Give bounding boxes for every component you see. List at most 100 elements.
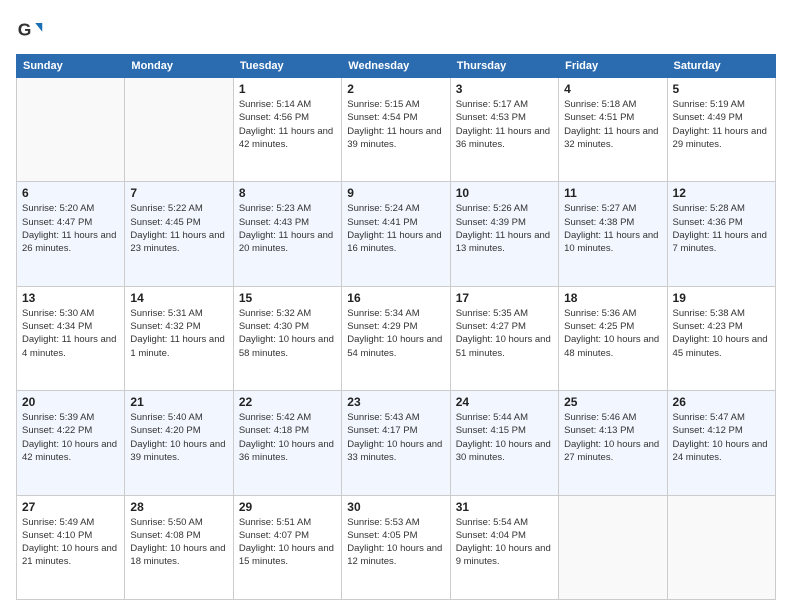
calendar-cell: 26 Sunrise: 5:47 AM Sunset: 4:12 PM Dayli…: [667, 391, 775, 495]
calendar-cell: [17, 78, 125, 182]
day-info: Sunrise: 5:36 AM Sunset: 4:25 PM Dayligh…: [564, 307, 661, 360]
day-number: 12: [673, 186, 770, 200]
day-info: Sunrise: 5:43 AM Sunset: 4:17 PM Dayligh…: [347, 411, 444, 464]
col-header-sunday: Sunday: [17, 55, 125, 78]
day-info: Sunrise: 5:42 AM Sunset: 4:18 PM Dayligh…: [239, 411, 336, 464]
calendar-cell: 17 Sunrise: 5:35 AM Sunset: 4:27 PM Dayli…: [450, 286, 558, 390]
day-info: Sunrise: 5:47 AM Sunset: 4:12 PM Dayligh…: [673, 411, 770, 464]
calendar-cell: [559, 495, 667, 599]
day-info: Sunrise: 5:20 AM Sunset: 4:47 PM Dayligh…: [22, 202, 119, 255]
calendar-cell: [125, 78, 233, 182]
day-number: 22: [239, 395, 336, 409]
calendar-cell: 23 Sunrise: 5:43 AM Sunset: 4:17 PM Dayli…: [342, 391, 450, 495]
day-info: Sunrise: 5:24 AM Sunset: 4:41 PM Dayligh…: [347, 202, 444, 255]
day-info: Sunrise: 5:38 AM Sunset: 4:23 PM Dayligh…: [673, 307, 770, 360]
day-number: 16: [347, 291, 444, 305]
day-info: Sunrise: 5:28 AM Sunset: 4:36 PM Dayligh…: [673, 202, 770, 255]
day-number: 31: [456, 500, 553, 514]
day-number: 29: [239, 500, 336, 514]
day-number: 21: [130, 395, 227, 409]
day-info: Sunrise: 5:39 AM Sunset: 4:22 PM Dayligh…: [22, 411, 119, 464]
day-number: 24: [456, 395, 553, 409]
day-number: 14: [130, 291, 227, 305]
day-number: 1: [239, 82, 336, 96]
day-number: 6: [22, 186, 119, 200]
day-info: Sunrise: 5:53 AM Sunset: 4:05 PM Dayligh…: [347, 516, 444, 569]
calendar-cell: 24Sunrise: 5:44 AM Sunset: 4:15 PM Dayli…: [450, 391, 558, 495]
day-number: 28: [130, 500, 227, 514]
calendar-week-row: 20 Sunrise: 5:39 AM Sunset: 4:22 PM Dayli…: [17, 391, 776, 495]
col-header-friday: Friday: [559, 55, 667, 78]
day-number: 19: [673, 291, 770, 305]
calendar-week-row: 13Sunrise: 5:30 AM Sunset: 4:34 PM Dayli…: [17, 286, 776, 390]
day-number: 10: [456, 186, 553, 200]
calendar-cell: 30 Sunrise: 5:53 AM Sunset: 4:05 PM Dayli…: [342, 495, 450, 599]
calendar-cell: [667, 495, 775, 599]
calendar-cell: 6 Sunrise: 5:20 AM Sunset: 4:47 PM Daylig…: [17, 182, 125, 286]
day-info: Sunrise: 5:32 AM Sunset: 4:30 PM Dayligh…: [239, 307, 336, 360]
calendar-cell: 13Sunrise: 5:30 AM Sunset: 4:34 PM Dayli…: [17, 286, 125, 390]
day-info: Sunrise: 5:49 AM Sunset: 4:10 PM Dayligh…: [22, 516, 119, 569]
day-info: Sunrise: 5:50 AM Sunset: 4:08 PM Dayligh…: [130, 516, 227, 569]
calendar-cell: 21 Sunrise: 5:40 AM Sunset: 4:20 PM Dayli…: [125, 391, 233, 495]
calendar-cell: 1 Sunrise: 5:14 AM Sunset: 4:56 PM Daylig…: [233, 78, 341, 182]
calendar-cell: 31 Sunrise: 5:54 AM Sunset: 4:04 PM Dayli…: [450, 495, 558, 599]
calendar-cell: 27 Sunrise: 5:49 AM Sunset: 4:10 PM Dayli…: [17, 495, 125, 599]
day-info: Sunrise: 5:22 AM Sunset: 4:45 PM Dayligh…: [130, 202, 227, 255]
day-info: Sunrise: 5:27 AM Sunset: 4:38 PM Dayligh…: [564, 202, 661, 255]
day-info: Sunrise: 5:23 AM Sunset: 4:43 PM Dayligh…: [239, 202, 336, 255]
day-number: 23: [347, 395, 444, 409]
calendar-cell: 25 Sunrise: 5:46 AM Sunset: 4:13 PM Dayli…: [559, 391, 667, 495]
day-number: 8: [239, 186, 336, 200]
calendar-cell: 28 Sunrise: 5:50 AM Sunset: 4:08 PM Dayli…: [125, 495, 233, 599]
day-info: Sunrise: 5:19 AM Sunset: 4:49 PM Dayligh…: [673, 98, 770, 151]
day-number: 26: [673, 395, 770, 409]
day-number: 4: [564, 82, 661, 96]
calendar-cell: 5 Sunrise: 5:19 AM Sunset: 4:49 PM Daylig…: [667, 78, 775, 182]
calendar-cell: 14 Sunrise: 5:31 AM Sunset: 4:32 PM Dayli…: [125, 286, 233, 390]
day-number: 30: [347, 500, 444, 514]
calendar-table: SundayMondayTuesdayWednesdayThursdayFrid…: [16, 54, 776, 600]
col-header-thursday: Thursday: [450, 55, 558, 78]
day-info: Sunrise: 5:46 AM Sunset: 4:13 PM Dayligh…: [564, 411, 661, 464]
calendar-cell: 2 Sunrise: 5:15 AM Sunset: 4:54 PM Daylig…: [342, 78, 450, 182]
day-info: Sunrise: 5:51 AM Sunset: 4:07 PM Dayligh…: [239, 516, 336, 569]
day-number: 13: [22, 291, 119, 305]
day-info: Sunrise: 5:14 AM Sunset: 4:56 PM Dayligh…: [239, 98, 336, 151]
day-number: 27: [22, 500, 119, 514]
day-info: Sunrise: 5:54 AM Sunset: 4:04 PM Dayligh…: [456, 516, 553, 569]
calendar-cell: 9 Sunrise: 5:24 AM Sunset: 4:41 PM Daylig…: [342, 182, 450, 286]
calendar-week-row: 6 Sunrise: 5:20 AM Sunset: 4:47 PM Daylig…: [17, 182, 776, 286]
day-number: 3: [456, 82, 553, 96]
day-info: Sunrise: 5:35 AM Sunset: 4:27 PM Dayligh…: [456, 307, 553, 360]
calendar-week-row: 27 Sunrise: 5:49 AM Sunset: 4:10 PM Dayli…: [17, 495, 776, 599]
col-header-wednesday: Wednesday: [342, 55, 450, 78]
day-number: 17: [456, 291, 553, 305]
logo-icon: G: [16, 16, 44, 44]
day-number: 11: [564, 186, 661, 200]
day-number: 7: [130, 186, 227, 200]
col-header-tuesday: Tuesday: [233, 55, 341, 78]
calendar-cell: 8 Sunrise: 5:23 AM Sunset: 4:43 PM Daylig…: [233, 182, 341, 286]
day-number: 2: [347, 82, 444, 96]
day-info: Sunrise: 5:26 AM Sunset: 4:39 PM Dayligh…: [456, 202, 553, 255]
day-number: 5: [673, 82, 770, 96]
day-info: Sunrise: 5:34 AM Sunset: 4:29 PM Dayligh…: [347, 307, 444, 360]
day-number: 18: [564, 291, 661, 305]
page: G SundayMondayTuesdayWednesdayThursdayFr…: [0, 0, 792, 612]
calendar-cell: 4 Sunrise: 5:18 AM Sunset: 4:51 PM Daylig…: [559, 78, 667, 182]
day-number: 9: [347, 186, 444, 200]
day-info: Sunrise: 5:15 AM Sunset: 4:54 PM Dayligh…: [347, 98, 444, 151]
day-info: Sunrise: 5:31 AM Sunset: 4:32 PM Dayligh…: [130, 307, 227, 360]
calendar-cell: 15 Sunrise: 5:32 AM Sunset: 4:30 PM Dayli…: [233, 286, 341, 390]
calendar-cell: 11 Sunrise: 5:27 AM Sunset: 4:38 PM Dayli…: [559, 182, 667, 286]
calendar-cell: 20 Sunrise: 5:39 AM Sunset: 4:22 PM Dayli…: [17, 391, 125, 495]
col-header-saturday: Saturday: [667, 55, 775, 78]
day-info: Sunrise: 5:18 AM Sunset: 4:51 PM Dayligh…: [564, 98, 661, 151]
day-number: 25: [564, 395, 661, 409]
day-number: 15: [239, 291, 336, 305]
calendar-cell: 22 Sunrise: 5:42 AM Sunset: 4:18 PM Dayli…: [233, 391, 341, 495]
day-number: 20: [22, 395, 119, 409]
calendar-cell: 16 Sunrise: 5:34 AM Sunset: 4:29 PM Dayli…: [342, 286, 450, 390]
day-info: Sunrise: 5:40 AM Sunset: 4:20 PM Dayligh…: [130, 411, 227, 464]
